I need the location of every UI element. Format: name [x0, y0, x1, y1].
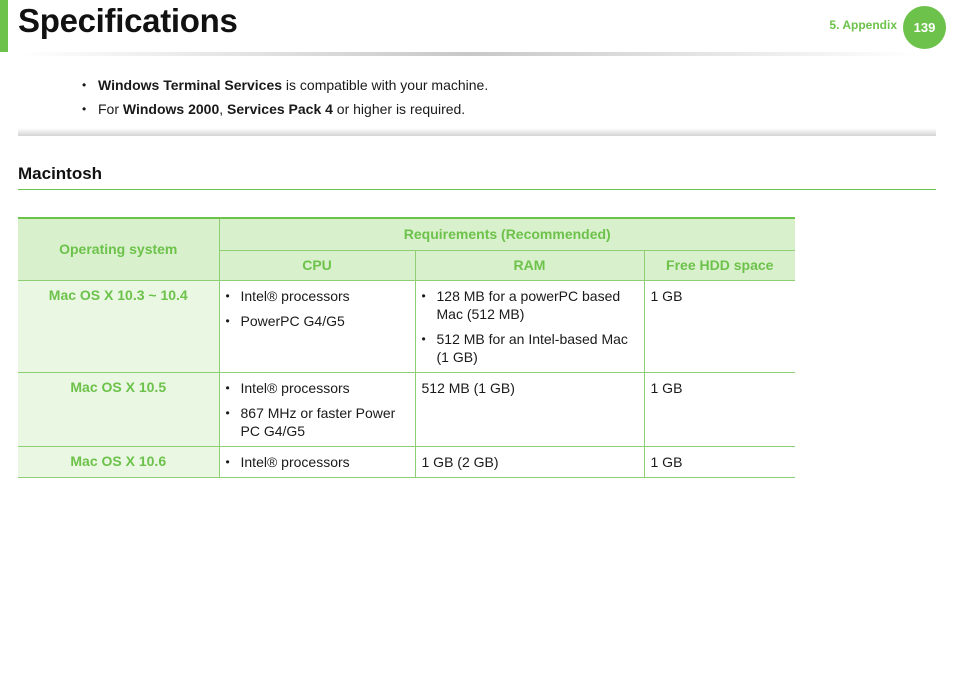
cpu-cell: Intel® processors PowerPC G4/G5 — [218, 279, 416, 373]
cpu-item: Intel® processors — [226, 287, 409, 305]
ram-item: 128 MB for a powerPC based Mac (512 MB) — [422, 287, 638, 323]
cpu-cell: Intel® processors — [218, 445, 416, 478]
header-ram: RAM — [414, 249, 645, 281]
table-row: Mac OS X 10.5 Intel® processors 867 MHz … — [18, 371, 795, 447]
page-title: Specifications — [18, 2, 238, 39]
header-hdd: Free HDD space — [643, 249, 795, 281]
cpu-item: Intel® processors — [226, 379, 409, 397]
table-row: Mac OS X 10.6 Intel® processors 1 GB (2 … — [18, 445, 795, 478]
hdd-cell: 1 GB — [643, 279, 795, 373]
cpu-cell: Intel® processors 867 MHz or faster Powe… — [218, 371, 416, 447]
section-underline — [18, 189, 936, 190]
chapter-label: 5. Appendix — [829, 18, 897, 32]
section-divider — [18, 128, 936, 136]
ram-cell: 128 MB for a powerPC based Mac (512 MB) … — [414, 279, 645, 373]
header-operating-system: Operating system — [18, 217, 220, 281]
table-row: Mac OS X 10.3 ~ 10.4 Intel® processors P… — [18, 279, 795, 373]
cpu-item: 867 MHz or faster Power PC G4/G5 — [226, 404, 409, 440]
page-number-badge: 139 — [903, 6, 946, 49]
hdd-cell: 1 GB — [643, 445, 795, 478]
note-item: For Windows 2000, Services Pack 4 or hig… — [82, 100, 488, 124]
header-cpu: CPU — [218, 249, 416, 281]
title-divider — [18, 52, 918, 56]
ram-cell: 512 MB (1 GB) — [414, 371, 645, 447]
notes-list: Windows Terminal Services is compatible … — [82, 76, 488, 124]
os-cell: Mac OS X 10.5 — [18, 371, 220, 447]
ram-item: 512 MB for an Intel-based Mac (1 GB) — [422, 330, 638, 366]
section-title: Macintosh — [18, 164, 103, 183]
cpu-item: Intel® processors — [226, 453, 409, 471]
os-cell: Mac OS X 10.6 — [18, 445, 220, 478]
header-requirements: Requirements (Recommended) — [218, 217, 795, 251]
note-item: Windows Terminal Services is compatible … — [82, 76, 488, 100]
requirements-table: Operating system Requirements (Recommend… — [18, 217, 795, 478]
cpu-item: PowerPC G4/G5 — [226, 312, 409, 330]
os-cell: Mac OS X 10.3 ~ 10.4 — [18, 279, 220, 373]
ram-cell: 1 GB (2 GB) — [414, 445, 645, 478]
title-accent-bar — [0, 0, 8, 52]
hdd-cell: 1 GB — [643, 371, 795, 447]
